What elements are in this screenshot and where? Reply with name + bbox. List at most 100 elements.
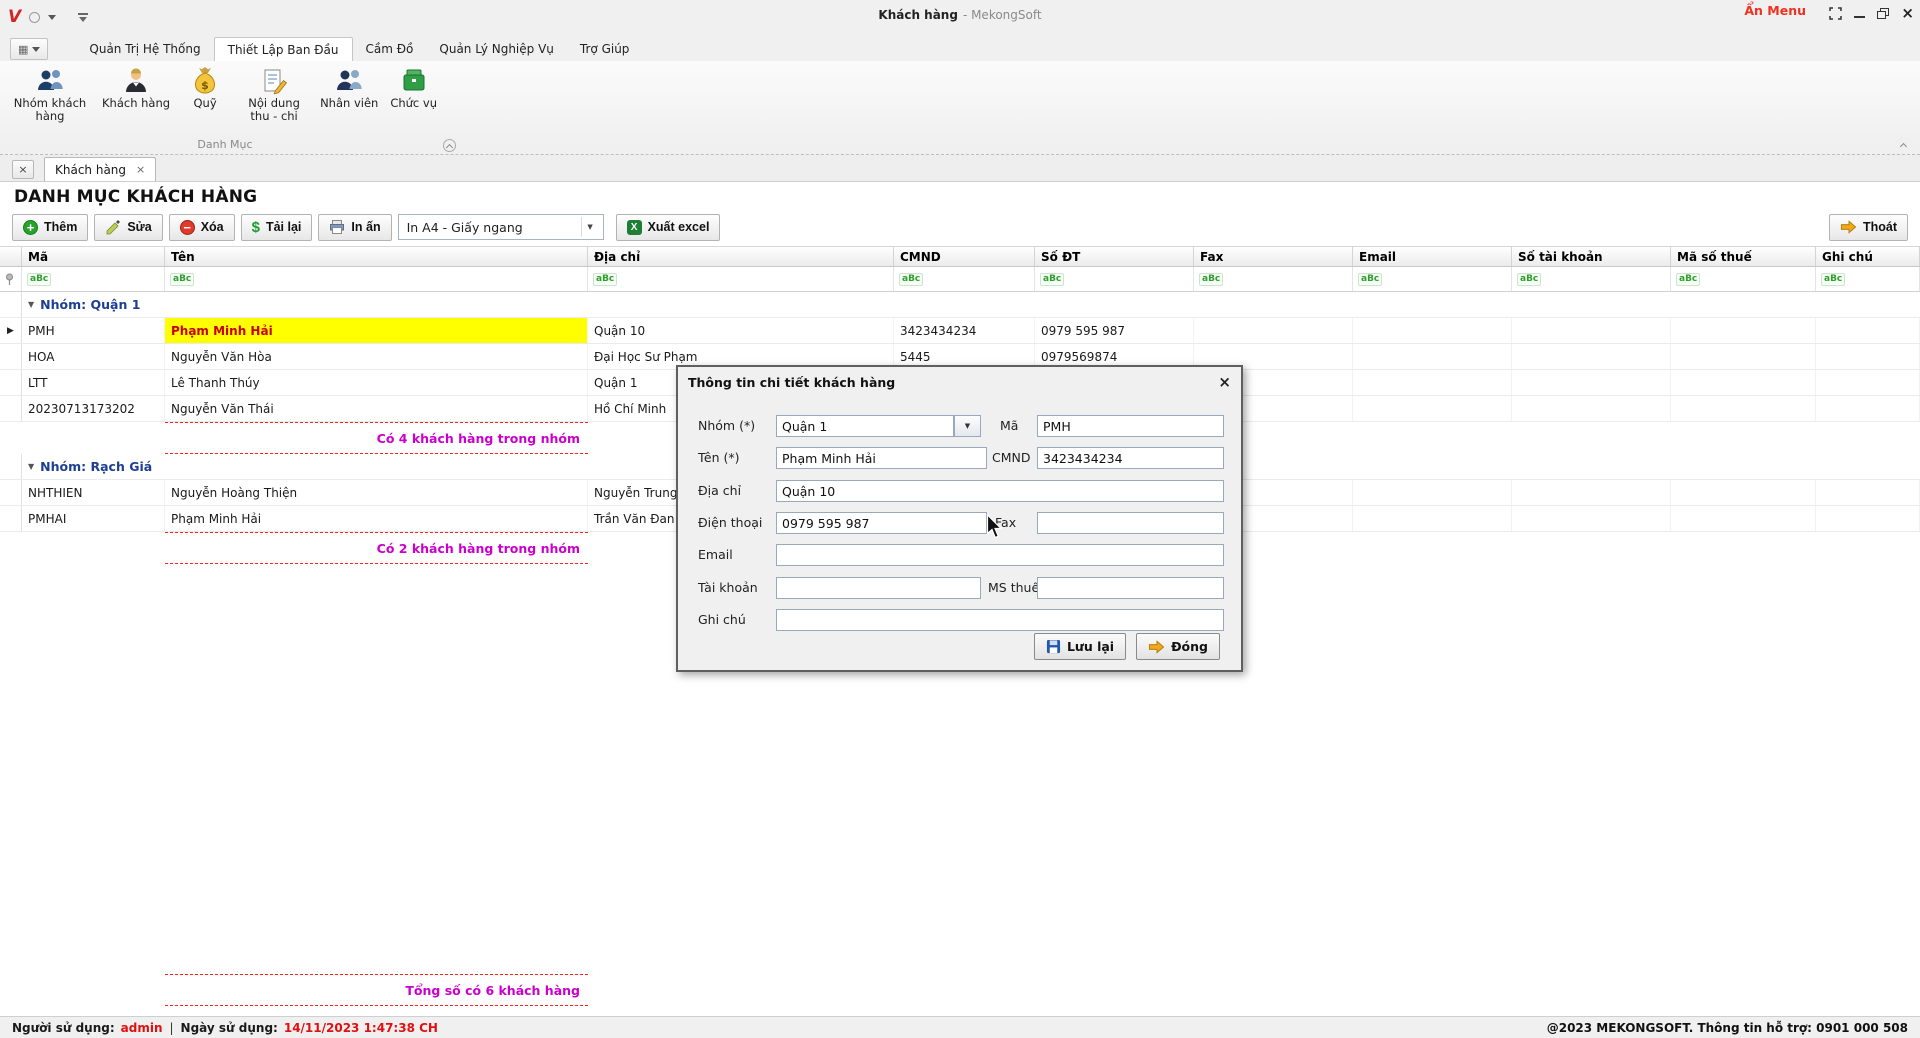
- filter-fax[interactable]: aBc: [1194, 267, 1353, 291]
- edit-button[interactable]: Sửa: [94, 214, 162, 241]
- quick-access-icon[interactable]: [29, 12, 40, 23]
- grid-menu-icon: ▦: [18, 43, 28, 56]
- quick-access-dropdown-icon[interactable]: [48, 15, 56, 20]
- phone-input[interactable]: [776, 512, 987, 534]
- account-input[interactable]: [776, 577, 981, 599]
- col-cmnd[interactable]: CMND: [894, 247, 1035, 266]
- ribbon-item-khach-hang[interactable]: Khách hàng: [96, 64, 176, 111]
- filter-cmnd[interactable]: aBc: [894, 267, 1035, 291]
- col-sotaikhoan[interactable]: Số tài khoản: [1512, 247, 1671, 266]
- col-ten[interactable]: Tên: [165, 247, 588, 266]
- minimize-icon[interactable]: [1854, 16, 1865, 18]
- dialog-close-icon[interactable]: ×: [1218, 375, 1231, 389]
- ribbon-tab-quan-ly-nghiep-vu[interactable]: Quản Lý Nghiệp Vụ: [426, 37, 567, 61]
- ribbon-group-dialog-icon[interactable]: [443, 139, 456, 152]
- id-number-input[interactable]: [1037, 447, 1224, 469]
- code-input[interactable]: [1037, 415, 1224, 437]
- group-combo-input[interactable]: [776, 415, 954, 437]
- group-collapse-icon[interactable]: ▼: [28, 462, 34, 471]
- note-input[interactable]: [776, 609, 1224, 631]
- toolbar: + Thêm Sửa − Xóa $ Tải lại: [12, 212, 1908, 242]
- pencil-icon: [105, 219, 121, 235]
- restore-icon[interactable]: [1877, 8, 1889, 19]
- col-masothue[interactable]: Mã số thuế: [1671, 247, 1816, 266]
- print-button[interactable]: In ấn: [318, 214, 391, 241]
- filter-pin-cell[interactable]: [0, 267, 22, 291]
- tab-close-icon[interactable]: ×: [136, 163, 145, 176]
- col-fax[interactable]: Fax: [1194, 247, 1353, 266]
- ribbon-item-nhom-khach-hang[interactable]: Nhóm khách hàng: [4, 64, 96, 124]
- ribbon-tab-thiet-lap-ban-dau[interactable]: Thiết Lập Ban Đầu: [214, 37, 353, 61]
- ribbon-app-menu-button[interactable]: ▦: [10, 38, 48, 60]
- filter-sotaikhoan[interactable]: aBc: [1512, 267, 1671, 291]
- export-excel-button[interactable]: X Xuất excel: [616, 214, 721, 241]
- user-value: admin: [121, 1021, 163, 1035]
- group-collapse-icon[interactable]: ▼: [28, 300, 34, 309]
- ribbon-item-chuc-vu[interactable]: Chức vụ: [384, 64, 443, 111]
- table-row[interactable]: ▶ PMH Phạm Minh Hải Quận 10 3423434234 0…: [0, 318, 1920, 344]
- filter-email[interactable]: aBc: [1353, 267, 1512, 291]
- ribbon-item-quy[interactable]: $ Quỹ: [176, 64, 234, 111]
- total-count-label: Tổng số có 6 khách hàng: [165, 974, 588, 1006]
- grid-header-row: Mã Tên Địa chỉ CMND Số ĐT Fax Email Số t…: [0, 246, 1920, 267]
- dialog-titlebar[interactable]: Thông tin chi tiết khách hàng ×: [678, 367, 1241, 397]
- col-ma[interactable]: Mã: [22, 247, 165, 266]
- fullscreen-icon[interactable]: [1829, 7, 1842, 20]
- app-logo-icon: V: [8, 7, 21, 27]
- minus-icon: −: [180, 220, 195, 235]
- email-input[interactable]: [776, 544, 1224, 566]
- auto-filter-icon: aBc: [1676, 273, 1700, 286]
- position-icon: [399, 65, 429, 97]
- close-all-tabs-icon[interactable]: ×: [12, 160, 34, 179]
- ribbon-tab-cam-do[interactable]: Cầm Đồ: [353, 37, 427, 61]
- col-email[interactable]: Email: [1353, 247, 1512, 266]
- exit-button[interactable]: Thoát: [1829, 214, 1908, 241]
- tax-code-input[interactable]: [1037, 577, 1224, 599]
- statusbar: Người sử dụng: admin | Ngày sử dụng: 14/…: [0, 1016, 1920, 1038]
- customize-toolbar-icon[interactable]: [78, 13, 88, 22]
- ribbon-item-noi-dung-thu-chi[interactable]: Nội dung thu - chi: [234, 64, 314, 124]
- fax-input[interactable]: [1037, 512, 1224, 534]
- ribbon-tab-quan-tri-he-thong[interactable]: Quản Trị Hệ Thống: [76, 37, 213, 61]
- auto-filter-icon: aBc: [593, 273, 617, 286]
- save-button[interactable]: Lưu lại: [1034, 633, 1126, 660]
- ribbon-collapse-icon[interactable]: [1898, 139, 1910, 151]
- filter-diachi[interactable]: aBc: [588, 267, 894, 291]
- copyright-label: @2023 MEKONGSOFT. Thông tin hỗ trợ: 0901…: [1547, 1021, 1908, 1035]
- reload-button[interactable]: $ Tải lại: [241, 214, 313, 241]
- col-diachi[interactable]: Địa chỉ: [588, 247, 894, 266]
- date-label: Ngày sử dụng:: [181, 1021, 278, 1035]
- col-ghichu[interactable]: Ghi chú: [1816, 247, 1920, 266]
- group-count-label: Có 2 khách hàng trong nhóm: [165, 532, 588, 564]
- name-input[interactable]: [776, 447, 987, 469]
- tab-khach-hang[interactable]: Khách hàng ×: [44, 157, 156, 181]
- ribbon-item-nhan-vien[interactable]: Nhân viên: [314, 64, 384, 111]
- print-mode-select[interactable]: In A4 - Giấy ngang ▼: [398, 214, 604, 240]
- filter-ma[interactable]: aBc: [22, 267, 165, 291]
- address-input[interactable]: [776, 480, 1224, 502]
- tax-code-label: MS thuế: [988, 576, 1039, 600]
- add-button[interactable]: + Thêm: [12, 214, 88, 241]
- filter-ghichu[interactable]: aBc: [1816, 267, 1920, 291]
- delete-button[interactable]: − Xóa: [169, 214, 235, 241]
- ribbon-tab-bar: ▦ Quản Trị Hệ Thống Thiết Lập Ban Đầu Cầ…: [0, 34, 1920, 61]
- close-dialog-button[interactable]: Đóng: [1136, 633, 1220, 660]
- auto-filter-icon: aBc: [1199, 273, 1223, 286]
- document-tab-bar: × Khách hàng ×: [0, 155, 1920, 181]
- chevron-down-icon: ▼: [965, 422, 970, 430]
- filter-ten[interactable]: aBc: [165, 267, 588, 291]
- customers-group-icon: [35, 65, 65, 97]
- user-label: Người sử dụng:: [12, 1021, 115, 1035]
- col-sodt[interactable]: Số ĐT: [1035, 247, 1194, 266]
- filter-sodt[interactable]: aBc: [1035, 267, 1194, 291]
- ribbon-tab-tro-giup[interactable]: Trợ Giúp: [567, 37, 643, 61]
- phone-label: Điện thoại: [698, 511, 762, 535]
- close-window-icon[interactable]: ×: [1901, 6, 1914, 20]
- notepad-icon: [259, 65, 289, 97]
- auto-filter-icon: aBc: [27, 273, 51, 286]
- save-floppy-icon: [1046, 639, 1061, 654]
- filter-masothue[interactable]: aBc: [1671, 267, 1816, 291]
- hide-menu-link[interactable]: Ẩn Menu: [1744, 3, 1806, 18]
- group-combo-dropdown[interactable]: ▼: [954, 415, 981, 437]
- group-header-quan1[interactable]: ▼Nhóm: Quận 1: [0, 292, 1920, 318]
